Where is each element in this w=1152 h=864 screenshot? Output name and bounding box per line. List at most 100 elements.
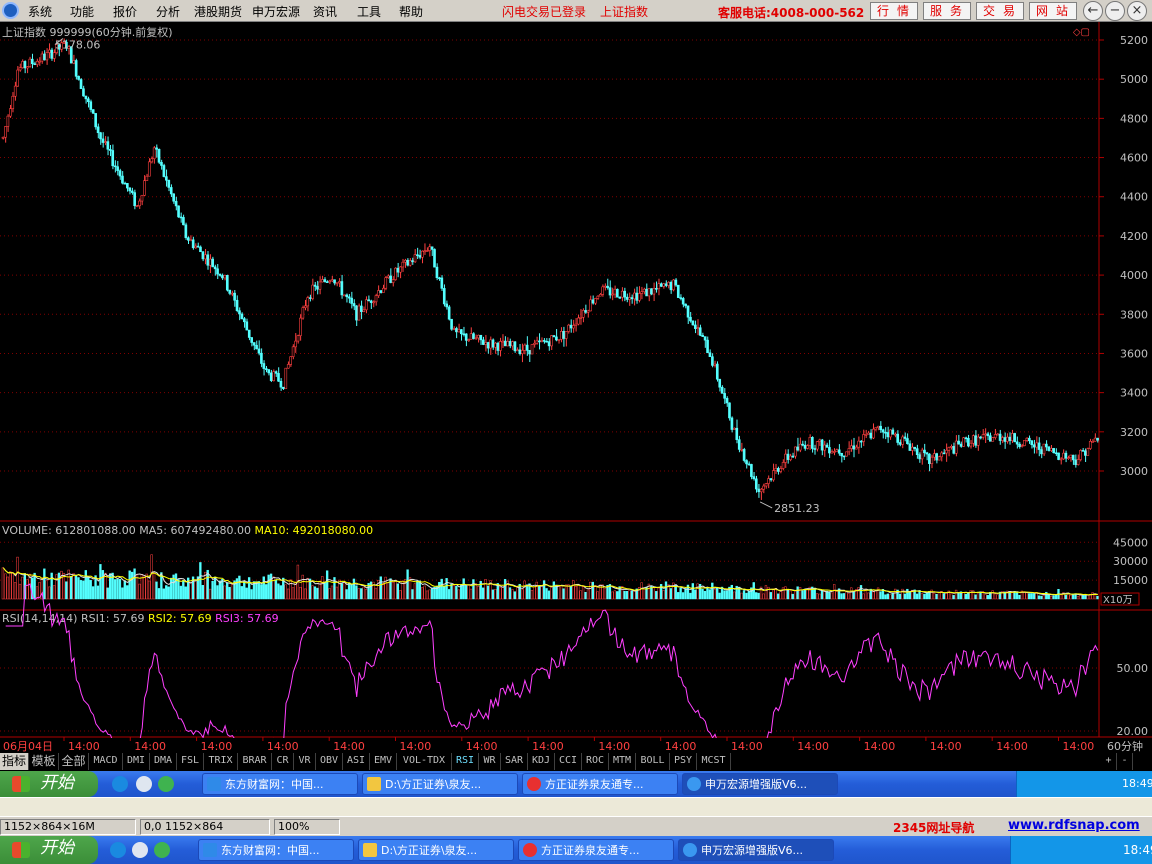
candle (455, 328, 458, 333)
menu-analysis[interactable]: 分析 (156, 3, 180, 20)
indicator-tab-dmi[interactable]: DMI (123, 753, 150, 770)
menu-news[interactable]: 资讯 (313, 3, 337, 20)
task-folder[interactable]: D:\方正证券\泉友... (358, 839, 514, 861)
indicator-tab-全部[interactable]: 全部 (59, 753, 89, 770)
volume-bar (681, 592, 685, 600)
volume-bar (204, 571, 207, 600)
x-tick-label: 14:00 (134, 740, 166, 753)
site-link[interactable]: www.rdfsnap.com (1008, 818, 1140, 833)
x-tick-label: 14:00 (797, 740, 829, 753)
volume-bar (850, 587, 853, 600)
zoom-in-button[interactable]: + (1101, 753, 1117, 770)
candle (684, 303, 687, 307)
indicator-tab-fsl[interactable]: FSL (177, 753, 204, 770)
indicator-tab-mcst[interactable]: MCST (697, 753, 731, 770)
indicator-tab-vr[interactable]: VR (294, 753, 316, 770)
trade-button[interactable]: 交易 (976, 2, 1024, 20)
volume-bar (87, 576, 90, 600)
start-button[interactable]: 开始 (0, 836, 98, 864)
indicator-tab-mtm[interactable]: MTM (609, 753, 636, 770)
volume-bar (586, 589, 590, 600)
volume-bar (243, 580, 246, 600)
service-button[interactable]: 服务 (923, 2, 971, 20)
close-icon[interactable]: × (1127, 1, 1147, 21)
start-button[interactable]: 开始 (0, 771, 98, 797)
taskbar-upper: 开始 东方财富网：中国... D:\方正证券\泉友... 方正证券泉友通专...… (0, 771, 1152, 797)
volume-bar (469, 588, 473, 600)
horizontal-scrollbar[interactable] (0, 797, 1152, 816)
indicator-tab-macd[interactable]: MACD (89, 753, 123, 770)
volume-bar (413, 583, 417, 600)
candle (1025, 437, 1029, 441)
task-label: D:\方正证券\泉友... (381, 844, 478, 857)
candle (411, 260, 414, 263)
indicator-tab-dma[interactable]: DMA (150, 753, 177, 770)
browser-icon[interactable] (132, 842, 148, 858)
indicator-tab-rsi[interactable]: RSI (452, 753, 479, 770)
menu-swhy[interactable]: 申万宏源 (252, 3, 300, 20)
ie-icon[interactable] (112, 776, 128, 792)
indicator-tab-psy[interactable]: PSY (670, 753, 697, 770)
candle (313, 284, 317, 287)
candle (6, 115, 10, 127)
indicator-tab-cr[interactable]: CR (272, 753, 294, 770)
task-folder[interactable]: D:\方正证券\泉友... (362, 773, 518, 795)
indicator-tab-kdj[interactable]: KDJ (528, 753, 555, 770)
candle (952, 446, 956, 454)
task-founder[interactable]: 方正证券泉友通专... (518, 839, 674, 861)
nav-link[interactable]: 2345网址导航 (893, 819, 974, 836)
menu-quote[interactable]: 报价 (113, 3, 137, 20)
volume-bar (155, 581, 158, 600)
volume-bar (677, 592, 680, 600)
volume-bar (942, 593, 946, 600)
indicator-tab-obv[interactable]: OBV (316, 753, 343, 770)
indicator-tab-boll[interactable]: BOLL (636, 753, 670, 770)
back-icon[interactable]: ← (1083, 1, 1103, 21)
candle (442, 288, 446, 305)
ie-icon[interactable] (110, 842, 126, 858)
menu-function[interactable]: 功能 (70, 3, 94, 20)
volume-bar (630, 590, 634, 600)
volume-bar (613, 590, 616, 600)
volume-bar (440, 578, 443, 600)
menu-hk-futures[interactable]: 港股期货 (194, 3, 242, 20)
indicator-tab-cci[interactable]: CCI (555, 753, 582, 770)
indicator-tab-指标[interactable]: 指标 (0, 753, 29, 770)
app-quick-icon[interactable] (158, 776, 174, 792)
menu-tools[interactable]: 工具 (357, 3, 381, 20)
task-founder[interactable]: 方正证券泉友通专... (522, 773, 678, 795)
quote-button[interactable]: 行情 (870, 2, 918, 20)
indicator-tab-asi[interactable]: ASI (343, 753, 370, 770)
x-axis: 06月04日 14:00 14:00 14:00 14:00 14:00 14:00 14:0… (0, 737, 1152, 753)
stock-chart[interactable]: 3000 3200 3400 3600 3800 4000 4200 4400 4600 4800… (0, 22, 1152, 753)
indicator-tab-roc[interactable]: ROC (582, 753, 609, 770)
volume-bar (579, 590, 582, 600)
period-label: 60分钟 (1107, 739, 1143, 753)
volume-bar (533, 586, 536, 600)
zoom-out-button[interactable]: - (1117, 753, 1133, 770)
indicator-tab-sar[interactable]: SAR (501, 753, 528, 770)
task-swhy[interactable]: 申万宏源增强版V6... (682, 773, 838, 795)
app-quick-icon[interactable] (154, 842, 170, 858)
website-button[interactable]: 网站 (1029, 2, 1077, 20)
minimize-icon[interactable]: − (1105, 1, 1125, 21)
task-eastmoney[interactable]: 东方财富网：中国... (202, 773, 358, 795)
browser-icon[interactable] (136, 776, 152, 792)
indicator-tab-emv[interactable]: EMV (370, 753, 397, 770)
indicator-tab-模板[interactable]: 模板 (29, 753, 59, 770)
indicator-tab-brar[interactable]: BRAR (238, 753, 272, 770)
app-blue-icon (683, 843, 697, 857)
indicator-tab-vol-tdx[interactable]: VOL-TDX (397, 753, 452, 770)
candle (725, 397, 729, 404)
indicator-tab-wr[interactable]: WR (479, 753, 501, 770)
volume-bar (935, 593, 938, 600)
menu-system[interactable]: 系统 (28, 3, 52, 20)
task-swhy[interactable]: 申万宏源增强版V6... (678, 839, 834, 861)
volume-bar (447, 589, 451, 600)
candle (898, 442, 902, 445)
task-eastmoney[interactable]: 东方财富网：中国... (198, 839, 354, 861)
volume-bar (976, 593, 980, 600)
volume-bar (879, 591, 882, 600)
menu-help[interactable]: 帮助 (399, 3, 423, 20)
indicator-tab-trix[interactable]: TRIX (204, 753, 238, 770)
